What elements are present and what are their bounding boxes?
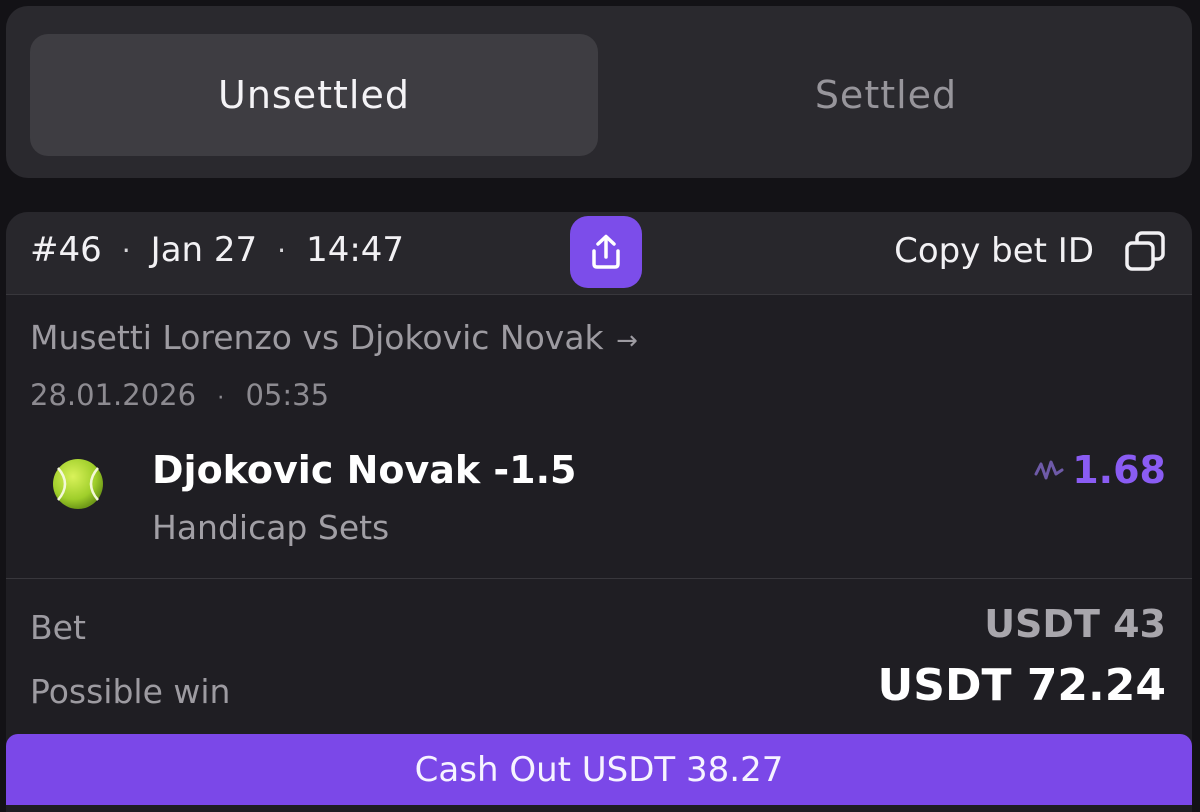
share-button[interactable] bbox=[570, 216, 642, 288]
selection-name: Djokovic Novak -1.5 bbox=[152, 448, 577, 492]
cash-out-button[interactable]: Cash Out USDT 38.27 bbox=[6, 734, 1192, 805]
bet-date: Jan 27 bbox=[150, 230, 258, 270]
bet-number: #46 bbox=[30, 230, 102, 270]
odds-value: 1.68 bbox=[1072, 448, 1166, 492]
bet-status-tabs: Unsettled Settled bbox=[6, 6, 1192, 178]
possible-win-amount: USDT 72.24 bbox=[877, 660, 1166, 711]
separator-dot: · bbox=[121, 233, 131, 267]
match-date: 28.01.2026 bbox=[30, 378, 197, 412]
tennis-ball-icon bbox=[53, 459, 103, 509]
odds: 1.68 bbox=[1034, 448, 1166, 492]
copy-bet-id-button[interactable]: Copy bet ID bbox=[894, 230, 1166, 272]
possible-win-label: Possible win bbox=[30, 672, 231, 711]
bet-amount: USDT 43 bbox=[984, 602, 1166, 646]
market-name: Handicap Sets bbox=[152, 508, 390, 547]
bet-meta: #46 · Jan 27 · 14:47 bbox=[30, 230, 404, 270]
copy-bet-id-label: Copy bet ID bbox=[894, 231, 1094, 271]
bet-time: 14:47 bbox=[306, 230, 405, 270]
odds-trend-icon bbox=[1034, 460, 1064, 480]
divider bbox=[6, 578, 1192, 579]
tab-unsettled[interactable]: Unsettled bbox=[30, 34, 598, 156]
copy-icon bbox=[1125, 231, 1165, 271]
match-datetime: 28.01.2026 · 05:35 bbox=[30, 378, 329, 412]
bet-card-header: #46 · Jan 27 · 14:47 Copy bet ID bbox=[6, 212, 1192, 295]
share-icon bbox=[592, 234, 620, 269]
separator-dot: · bbox=[217, 386, 225, 411]
arrow-right-icon: → bbox=[616, 326, 638, 356]
match-link[interactable]: Musetti Lorenzo vs Djokovic Novak → bbox=[30, 318, 638, 357]
match-title: Musetti Lorenzo vs Djokovic Novak bbox=[30, 318, 604, 357]
bet-card: #46 · Jan 27 · 14:47 Copy bet ID Musetti… bbox=[6, 212, 1192, 812]
tab-settled[interactable]: Settled bbox=[602, 34, 1170, 156]
separator-dot: · bbox=[277, 233, 287, 267]
match-time: 05:35 bbox=[245, 378, 330, 412]
bet-label: Bet bbox=[30, 608, 86, 647]
